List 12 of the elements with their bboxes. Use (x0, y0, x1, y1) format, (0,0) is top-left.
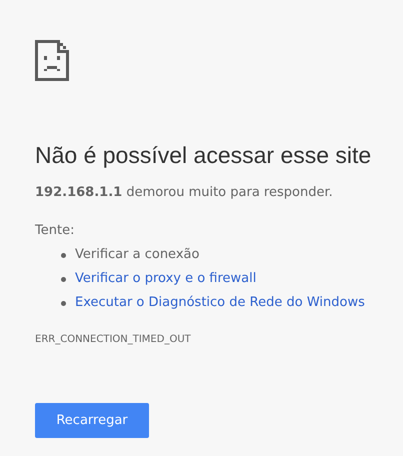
error-summary: 192.168.1.1 demorou muito para responder. (35, 184, 333, 202)
suggestions-label: Tente: (35, 222, 74, 240)
bullet-icon (61, 300, 66, 306)
suggestion-link[interactable]: Executar o Diagnóstico de Rede do Windows (75, 293, 365, 313)
bullet-icon (61, 276, 66, 282)
suggestion-text: Verificar a conexão (75, 246, 200, 264)
reload-button[interactable]: Recarregar (35, 403, 149, 438)
error-heading: Não é possível acessar esse site (35, 141, 372, 169)
suggestion-link[interactable]: Verificar o proxy e o firewall (75, 269, 256, 289)
sad-page-icon (35, 40, 69, 81)
bullet-icon (61, 252, 66, 258)
error-code: ERR_CONNECTION_TIMED_OUT (35, 333, 191, 347)
